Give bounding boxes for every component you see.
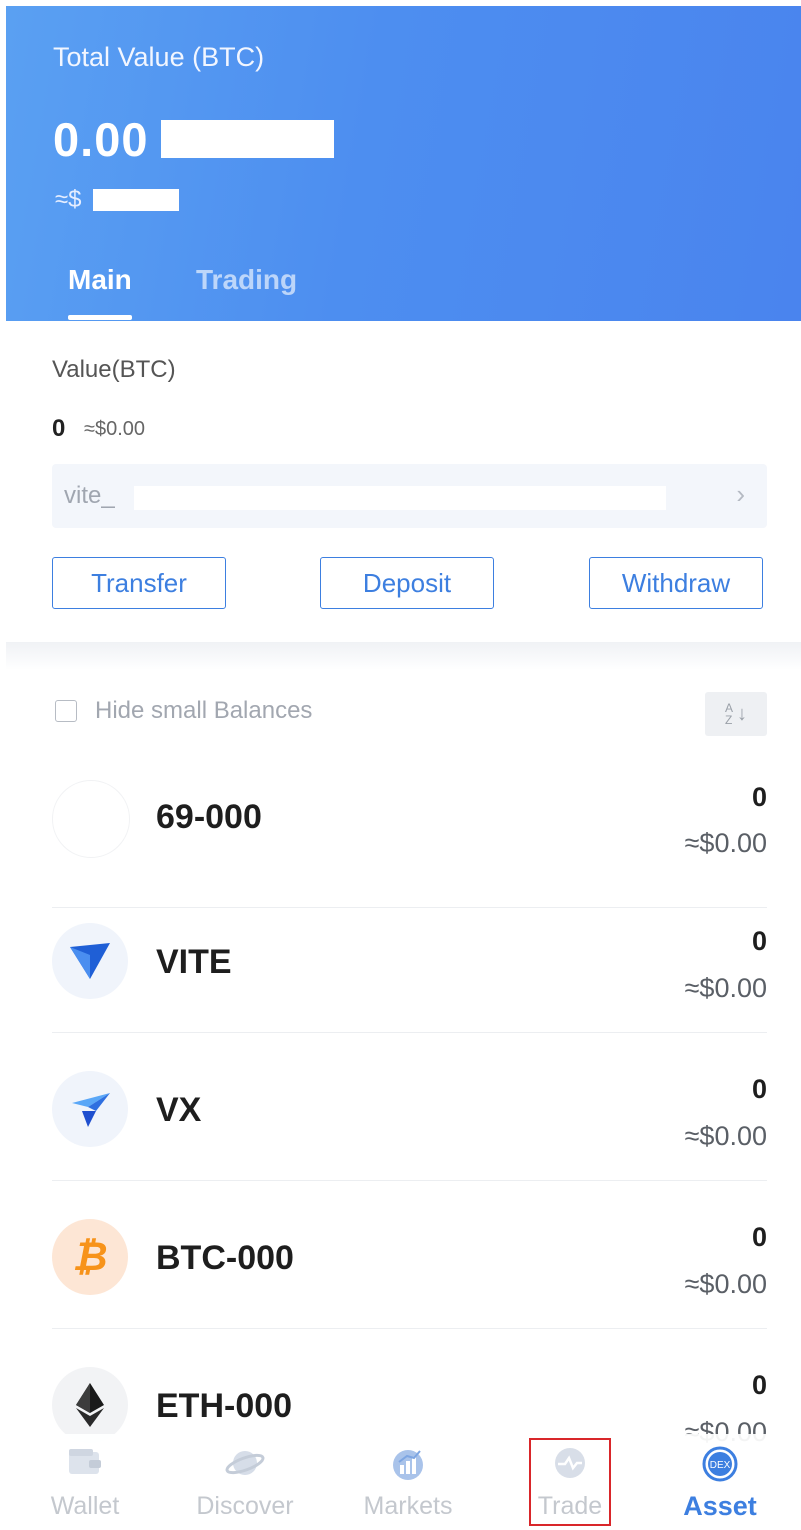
token-row[interactable]: VITE 0 ≈$0.00 (52, 885, 767, 1033)
nav-markets[interactable]: Markets (328, 1434, 488, 1530)
ethereum-logo-icon (52, 1367, 128, 1443)
value-btc: 0 (52, 415, 66, 442)
wallet-icon (69, 1449, 101, 1474)
tab-main[interactable]: Main (68, 264, 132, 296)
value-btc-label: Value(BTC) (52, 356, 176, 383)
token-symbol: BTC-000 (156, 1239, 294, 1277)
trade-highlight-box (529, 1438, 611, 1526)
chart-icon (393, 1450, 423, 1480)
dex-icon: DEX (702, 1446, 738, 1482)
deposit-button[interactable]: Deposit (320, 557, 494, 609)
token-amount: 0 (751, 1370, 767, 1400)
transfer-button[interactable]: Transfer (52, 557, 226, 609)
chevron-right-icon: › (736, 479, 745, 509)
total-usd-prefix: ≈$ (55, 186, 82, 213)
redacted-address (134, 486, 666, 510)
token-amount: 0 (751, 1222, 767, 1252)
nav-discover-label: Discover (196, 1492, 294, 1520)
token-usd: ≈$0.00 (684, 1121, 767, 1151)
total-value: 0.00 (53, 113, 149, 166)
token-symbol: VITE (156, 943, 232, 981)
token-amount: 0 (751, 782, 767, 812)
nav-asset[interactable]: DEX Asset (640, 1434, 800, 1530)
asset-header: Total Value (BTC) 0.00 ≈$ Main Trading (6, 6, 801, 321)
withdraw-button[interactable]: Withdraw (589, 557, 763, 609)
redacted-total (161, 120, 334, 158)
token-usd: ≈$0.00 (684, 1269, 767, 1299)
active-tab-indicator (68, 315, 132, 320)
total-value-label: Total Value (BTC) (53, 42, 265, 72)
hide-small-checkbox[interactable] (55, 700, 77, 722)
nav-discover[interactable]: Discover (165, 1434, 325, 1530)
blank-token-icon (52, 780, 130, 858)
token-symbol: 69-000 (156, 798, 262, 836)
sort-az-icon[interactable]: A Z ↓ (705, 692, 767, 736)
nav-wallet-label: Wallet (50, 1492, 120, 1520)
token-row[interactable]: ₿ BTC-000 0 ≈$0.00 (52, 1181, 767, 1329)
nav-wallet[interactable]: Wallet (5, 1434, 165, 1530)
token-symbol: VX (156, 1091, 202, 1129)
vite-logo-icon (52, 923, 128, 999)
hide-small-balances[interactable]: Hide small Balances (55, 694, 312, 728)
bitcoin-logo-icon: ₿ (52, 1219, 128, 1295)
dex-badge-text: DEX (710, 1460, 731, 1471)
address-bar[interactable]: vite_ › (52, 464, 767, 528)
planet-icon (225, 1451, 265, 1475)
tab-trading[interactable]: Trading (196, 264, 297, 296)
vx-logo-icon (52, 1071, 128, 1147)
section-divider (6, 642, 801, 670)
address-prefix: vite_ (64, 482, 115, 509)
bottom-tab-bar: Wallet Discover Markets Trade DEX Asset (0, 1434, 801, 1530)
hide-small-label: Hide small Balances (95, 697, 313, 724)
nav-markets-label: Markets (363, 1492, 453, 1520)
value-usd: ≈$0.00 (84, 418, 146, 440)
redacted-usd (93, 189, 179, 211)
token-usd: ≈$0.00 (684, 828, 767, 858)
nav-asset-label: Asset (683, 1491, 757, 1521)
token-amount: 0 (751, 1074, 767, 1104)
token-usd: ≈$0.00 (684, 973, 767, 1003)
token-row[interactable]: VX 0 ≈$0.00 (52, 1033, 767, 1181)
token-symbol: ETH-000 (156, 1387, 293, 1425)
token-amount: 0 (751, 926, 767, 956)
